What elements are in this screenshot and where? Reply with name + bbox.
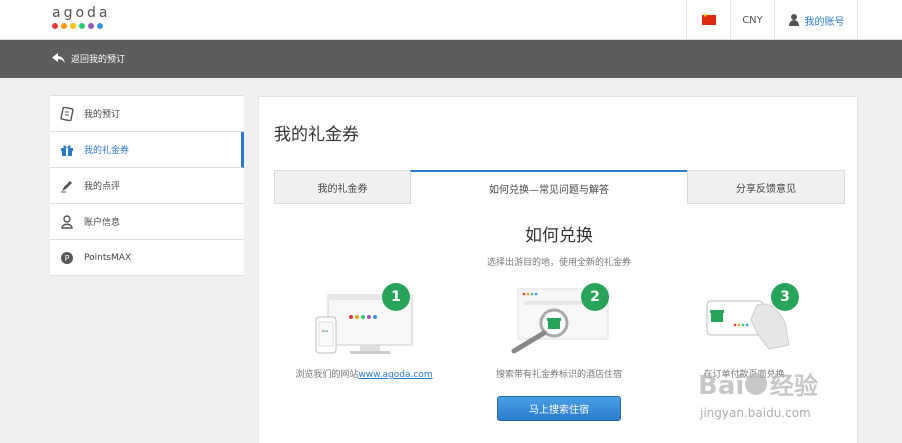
logo-text: agoda bbox=[52, 5, 111, 21]
account-menu[interactable]: 我的账号 bbox=[774, 0, 858, 40]
svg-text:P: P bbox=[65, 254, 70, 263]
tab-my-coupons[interactable]: 我的礼金券 bbox=[274, 170, 411, 204]
agoda-website-link[interactable]: www.agoda.com bbox=[358, 370, 432, 380]
baidu-logo: Bai 经验 bbox=[698, 371, 818, 401]
magnifier-gift-icon bbox=[511, 288, 609, 354]
currency-selector[interactable]: CNY bbox=[730, 0, 774, 40]
back-arrow-icon bbox=[52, 53, 65, 63]
top-bar: agoda CNY 我的账号 bbox=[0, 0, 902, 40]
search-stays-label: 马上搜索住宿 bbox=[529, 405, 589, 416]
tab-feedback[interactable]: 分享反馈意见 bbox=[687, 170, 845, 204]
tab-bar: 我的礼金券 如何兑换—常见问题与解答 分享反馈意见 bbox=[274, 170, 845, 204]
svg-text:Bai: Bai bbox=[698, 371, 744, 401]
points-icon: P bbox=[60, 251, 74, 265]
search-stays-button[interactable]: 马上搜索住宿 bbox=[497, 396, 621, 421]
step-1-badge: 1 bbox=[382, 283, 410, 311]
back-to-bookings-link[interactable]: 返回我的预订 bbox=[52, 52, 125, 65]
booking-icon bbox=[60, 106, 74, 121]
baidu-watermark: Bai 经验 jingyan.baidu.com bbox=[678, 360, 858, 440]
step-2-illustration: 2 bbox=[504, 283, 634, 373]
tab-label: 我的礼金券 bbox=[317, 183, 368, 195]
currency-label: CNY bbox=[742, 14, 763, 26]
sidebar: 我的预订 我的礼金券 我的点评 账户信息 P PointsMAX bbox=[50, 95, 244, 276]
svg-text:经验: 经验 bbox=[770, 372, 818, 400]
sidebar-item-reviews[interactable]: 我的点评 bbox=[50, 168, 244, 204]
step-1-illustration: 1 bbox=[314, 283, 444, 373]
pen-icon bbox=[60, 179, 74, 193]
user-icon bbox=[788, 14, 800, 26]
devices-icon bbox=[315, 294, 413, 354]
tab-how-to-redeem[interactable]: 如何兑换—常见问题与解答 bbox=[410, 170, 688, 204]
logo-dots bbox=[52, 23, 111, 29]
sub-header-bar: 返回我的预订 bbox=[0, 40, 902, 78]
sidebar-item-label: PointsMAX bbox=[84, 252, 132, 263]
step-2-caption: 搜索带有礼金券标识的酒店住宿 bbox=[495, 370, 622, 380]
sidebar-item-coupons[interactable]: 我的礼金券 bbox=[50, 132, 244, 168]
sidebar-item-account-info[interactable]: 账户信息 bbox=[50, 204, 244, 240]
tab-label: 分享反馈意见 bbox=[736, 183, 796, 195]
step-2-badge: 2 bbox=[581, 283, 609, 311]
watermark-url: jingyan.baidu.com bbox=[700, 406, 811, 420]
sidebar-item-label: 我的点评 bbox=[84, 182, 121, 192]
back-label: 返回我的预订 bbox=[71, 55, 126, 65]
sidebar-item-pointsmax[interactable]: P PointsMAX bbox=[50, 240, 244, 276]
step-1-caption: 浏览我们的网站www.agoda.com bbox=[295, 370, 433, 380]
person-icon bbox=[60, 214, 74, 229]
account-label: 我的账号 bbox=[804, 16, 845, 28]
section-subtitle: 选择出游目的地，使用全新的礼金券 bbox=[486, 258, 631, 268]
agoda-logo[interactable]: agoda bbox=[52, 6, 111, 29]
sidebar-item-label: 我的预订 bbox=[84, 110, 121, 120]
step-3-badge: 3 bbox=[771, 283, 799, 311]
language-selector[interactable] bbox=[686, 0, 730, 40]
tab-label: 如何兑换—常见问题与解答 bbox=[489, 184, 609, 196]
china-flag-icon bbox=[701, 12, 716, 25]
header-controls: CNY 我的账号 bbox=[686, 0, 858, 40]
page-title: 我的礼金券 bbox=[274, 125, 359, 145]
sidebar-item-label: 我的礼金券 bbox=[84, 146, 130, 156]
section-title: 如何兑换 bbox=[525, 226, 593, 246]
sidebar-item-bookings[interactable]: 我的预订 bbox=[50, 96, 244, 132]
sidebar-item-label: 账户信息 bbox=[84, 218, 121, 228]
gift-icon bbox=[60, 143, 74, 157]
